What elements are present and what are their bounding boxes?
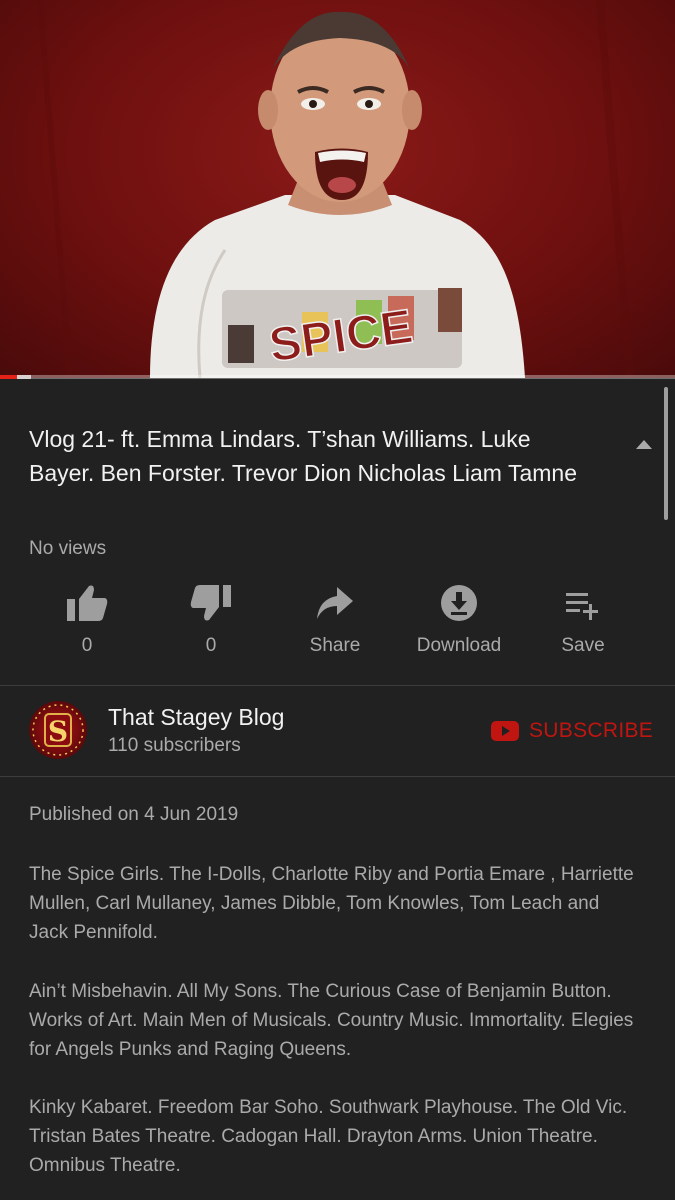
progress-played bbox=[0, 375, 17, 379]
channel-logo-icon: S bbox=[32, 704, 84, 756]
thumbs-down-icon bbox=[190, 585, 231, 621]
video-title: Vlog 21- ft. Emma Lindars. T’shan Willia… bbox=[29, 426, 577, 486]
publish-date: Published on 4 Jun 2019 bbox=[29, 804, 239, 825]
description-paragraph: Ain’t Misbehavin. All My Sons. The Curio… bbox=[29, 981, 634, 1060]
like-count: 0 bbox=[81, 635, 93, 656]
divider bbox=[0, 776, 675, 777]
share-arrow-icon bbox=[317, 587, 353, 619]
share-label: Share bbox=[309, 635, 361, 656]
video-thumbnail: SPICE bbox=[37, 0, 634, 378]
video-player[interactable]: SPICE bbox=[0, 0, 675, 378]
subscriber-count: 110 subscribers bbox=[108, 735, 241, 756]
progress-scrubber[interactable] bbox=[16, 375, 31, 379]
subscribe-button[interactable]: SUBSCRIBE bbox=[491, 716, 653, 746]
scrollbar-thumb[interactable] bbox=[664, 387, 668, 520]
download-icon bbox=[441, 585, 477, 621]
subscribe-label: SUBSCRIBE bbox=[529, 719, 654, 742]
avatar-letter: S bbox=[48, 715, 68, 748]
divider bbox=[0, 685, 675, 686]
action-bar: 0 0 Share Download Save bbox=[25, 583, 645, 663]
like-button[interactable]: 0 bbox=[25, 583, 149, 657]
video-progress-bar[interactable] bbox=[0, 375, 675, 379]
share-button[interactable]: Share bbox=[273, 583, 397, 657]
channel-name[interactable]: That Stagey Blog bbox=[108, 704, 284, 731]
description-paragraph: Kinky Kabaret. Freedom Bar Soho. Southwa… bbox=[29, 1097, 628, 1176]
playlist-add-icon bbox=[566, 593, 598, 620]
save-label: Save bbox=[561, 635, 605, 656]
youtube-play-icon bbox=[491, 721, 519, 741]
description-paragraph: The Spice Girls. The I-Dolls, Charlotte … bbox=[29, 864, 634, 943]
dislike-button[interactable]: 0 bbox=[149, 583, 273, 657]
avatar[interactable]: S bbox=[29, 701, 87, 759]
view-count: No views bbox=[29, 538, 107, 559]
download-button[interactable]: Download bbox=[397, 583, 521, 657]
save-button[interactable]: Save bbox=[521, 583, 645, 657]
download-label: Download bbox=[416, 635, 502, 656]
dislike-count: 0 bbox=[205, 635, 217, 656]
chevron-up-icon[interactable] bbox=[634, 438, 654, 450]
thumbs-up-icon bbox=[67, 585, 108, 621]
